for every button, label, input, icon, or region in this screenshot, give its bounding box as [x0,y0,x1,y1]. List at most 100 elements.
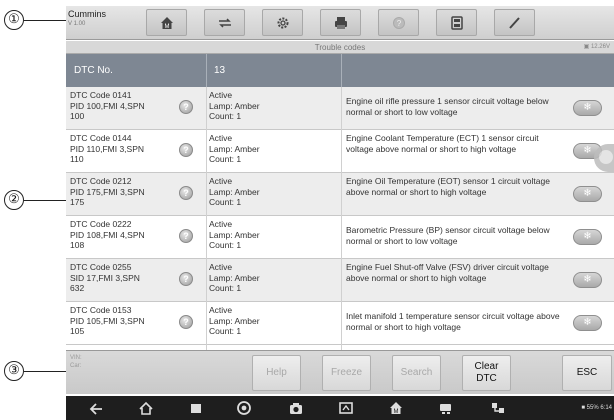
freeze-frame-button[interactable]: ❄ [573,186,602,202]
home-icon: M [160,16,173,30]
vci-button[interactable] [438,400,454,416]
dtc-code-cell: DTC Code 0255 SID 17,FMI 3,SPN 632 [70,262,180,294]
dtc-description: Engine Oil Temperature (EOT) sensor 1 ci… [346,176,550,197]
brand-name: Cummins [68,9,107,19]
dtc-status-line: Active [209,176,233,186]
dtc-help-icon[interactable]: ? [179,100,193,114]
save-icon [450,15,463,30]
dtc-code-line: SID 17,FMI 3,SPN [70,272,140,283]
battery-icon: ▣ [583,44,591,50]
table-row[interactable]: DTC Code 0144 PID 110,FMI 3,SPN 110? Active… [66,130,614,173]
dtc-status-line: Count: 1 [209,154,242,164]
callout-1: ① [4,10,24,30]
dtc-code-line: PID 108,FMI 4,SPN [70,229,145,240]
dtc-code-line: DTC Code 0141 [70,90,132,100]
pen-icon [508,16,520,29]
help-icon: ? [392,16,405,29]
edit-button[interactable] [494,9,535,36]
column-divider [341,87,342,350]
dtc-status-line: Active [209,262,233,272]
dtc-status-cell: Active Lamp: Amber Count: 1 [209,219,339,251]
browser-button[interactable] [236,400,252,416]
dtc-help-icon[interactable]: ? [179,229,193,243]
device-screen: Cummins V 1.00 M ? Trouble codes ▣ 12.26… [66,6,614,420]
save-button[interactable] [436,9,477,36]
header-count: 13 [214,65,226,76]
dtc-code-line: 110 [70,154,84,164]
table-row[interactable]: DTC Code 0153 PID 105,FMI 3,SPN 105? Active… [66,302,614,345]
system-nav-bar: M ■ 55% 6:14 [66,396,614,420]
vci-icon [440,404,451,414]
back-icon [89,403,102,415]
dtc-code-cell: DTC Code 0212 PID 175,FMI 3,SPN 175 [70,176,180,208]
vehicle-swap-icon [218,17,231,28]
dtc-code-line: 100 [70,111,85,121]
table-row[interactable]: DTC Code 0222 PID 108,FMI 4,SPN 108? Active… [66,216,614,259]
help-toolbar-button[interactable]: ? [378,9,419,36]
table-row[interactable]: DTC Code 0141 PID 100,FMI 4,SPN 100? Active… [66,87,614,130]
table-header: DTC No. 13 [66,54,614,87]
vehicle-swap-button[interactable] [204,9,245,36]
freeze-button[interactable]: Freeze [322,355,371,391]
battery-voltage: ▣ 12.26V [584,41,610,54]
brand-version: V 1.00 [68,21,86,27]
dtc-code-line: 108 [70,240,85,250]
dtc-status-line: Active [209,90,233,100]
dtc-status-cell: Active Lamp: Amber Count: 1 [209,262,339,294]
dtc-status-cell: Active Lamp: Amber Count: 1 [209,176,339,208]
dtc-code-line: 175 [70,197,85,207]
browser-icon [237,401,251,415]
network-button[interactable] [490,400,506,416]
freeze-frame-button[interactable]: ❄ [573,100,602,116]
callout-line-3 [24,371,66,372]
back-button[interactable] [88,400,104,416]
page-title: Trouble codes [314,43,366,52]
dtc-table: DTC No. 13 DTC Code 0141 PID 100,FMI 4,SP… [66,54,614,350]
autel-home-button[interactable]: M [388,400,404,416]
recent-apps-button[interactable] [188,400,204,416]
help-button[interactable]: Help [252,355,301,391]
home-nav-button[interactable] [138,400,154,416]
network-icon [492,403,504,413]
home-nav-icon [139,401,153,415]
table-row[interactable]: DTC Code 0255 SID 17,FMI 3,SPN 632? Active L… [66,259,614,302]
settings-button[interactable] [262,9,303,36]
dtc-help-icon[interactable]: ? [179,272,193,286]
dtc-status-line: Active [209,305,233,315]
clear-dtc-button[interactable]: Clear DTC [462,355,511,391]
camera-button[interactable] [288,400,304,416]
dtc-status-line: Active [209,133,233,143]
search-button[interactable]: Search [392,355,441,391]
callout-line-2 [24,200,66,201]
callout-line-1 [24,20,66,21]
title-bar: Trouble codes ▣ 12.26V [66,41,614,54]
dtc-status-line: Lamp: Amber [209,272,260,283]
dtc-status-line: Lamp: Amber [209,229,260,240]
dtc-status-line: Count: 1 [209,326,242,336]
table-row[interactable]: DTC Code 0212 PID 175,FMI 3,SPN 175? Active… [66,173,614,216]
dtc-description: Engine oil rifle pressure 1 sensor circu… [346,96,549,117]
dtc-code-line: PID 110,FMI 3,SPN [70,143,145,154]
freeze-frame-button[interactable]: ❄ [573,229,602,245]
dtc-description: Engine Fuel Shut-off Valve (FSV) driver … [346,262,549,283]
freeze-frame-button[interactable]: ❄ [573,272,602,288]
dtc-help-icon[interactable]: ? [179,315,193,329]
print-button[interactable] [320,9,361,36]
print-icon [334,16,347,29]
freeze-frame-button[interactable]: ❄ [573,315,602,331]
dtc-code-cell: DTC Code 0222 PID 108,FMI 4,SPN 108 [70,219,180,251]
car-label: Car: [70,363,82,369]
dtc-code-line: DTC Code 0144 [70,133,132,143]
dtc-code-cell: DTC Code 0144 PID 110,FMI 3,SPN 110 [70,133,180,165]
header-description [341,54,614,87]
dtc-help-icon[interactable]: ? [179,143,193,157]
floating-assist-button[interactable] [594,144,614,172]
callout-3: ③ [4,361,24,381]
esc-button[interactable]: ESC [562,355,612,391]
screen-cast-button[interactable] [338,400,354,416]
dtc-status-line: Count: 1 [209,197,242,207]
dtc-help-icon[interactable]: ? [179,186,193,200]
home-button[interactable]: M [146,9,187,36]
vehicle-info: VIN: Car: [70,354,82,370]
vin-label: VIN: [70,355,82,361]
